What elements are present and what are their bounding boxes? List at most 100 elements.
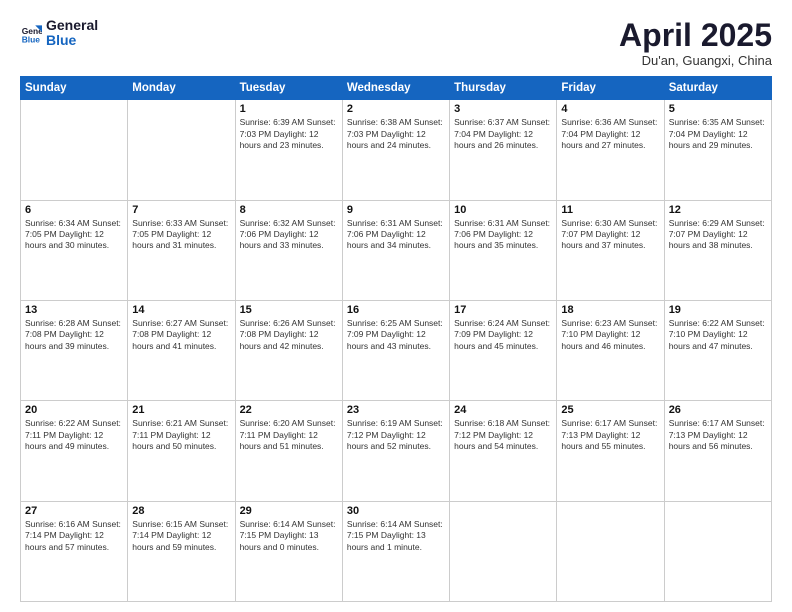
logo-general-text: General — [46, 18, 98, 33]
calendar-cell: 17 Sunrise: 6:24 AM Sunset: 7:09 PM Dayli… — [450, 300, 557, 400]
day-info: Sunrise: 6:14 AM Sunset: 7:15 PM Dayligh… — [347, 519, 445, 553]
day-number: 25 — [561, 404, 659, 416]
day-info: Sunrise: 6:24 AM Sunset: 7:09 PM Dayligh… — [454, 318, 552, 352]
day-number: 16 — [347, 304, 445, 316]
calendar-cell: 7Sunrise: 6:33 AM Sunset: 7:05 PM Daylig… — [128, 200, 235, 300]
calendar-cell: 6Sunrise: 6:34 AM Sunset: 7:05 PM Daylig… — [21, 200, 128, 300]
weekday-header-tuesday: Tuesday — [235, 77, 342, 100]
logo: General Blue General Blue — [20, 18, 98, 49]
calendar-cell — [664, 501, 771, 601]
day-number: 26 — [669, 404, 767, 416]
calendar-cell: 16 Sunrise: 6:25 AM Sunset: 7:09 PM Dayli… — [342, 300, 449, 400]
weekday-header-sunday: Sunday — [21, 77, 128, 100]
calendar-cell: 26 Sunrise: 6:17 AM Sunset: 7:13 PM Dayli… — [664, 401, 771, 501]
logo-blue-text: Blue — [46, 33, 98, 48]
day-info: Sunrise: 6:29 AM Sunset: 7:07 PM Dayligh… — [669, 218, 767, 252]
day-info: Sunrise: 6:31 AM Sunset: 7:06 PM Dayligh… — [454, 218, 552, 252]
weekday-header-saturday: Saturday — [664, 77, 771, 100]
day-number: 30 — [347, 505, 445, 517]
day-number: 15 — [240, 304, 338, 316]
day-info: Sunrise: 6:18 AM Sunset: 7:12 PM Dayligh… — [454, 418, 552, 452]
day-number: 9 — [347, 204, 445, 216]
calendar-cell: 5Sunrise: 6:35 AM Sunset: 7:04 PM Daylig… — [664, 100, 771, 200]
day-info: Sunrise: 6:31 AM Sunset: 7:06 PM Dayligh… — [347, 218, 445, 252]
day-number: 6 — [25, 204, 123, 216]
month-year: April 2025 — [619, 18, 772, 53]
day-info: Sunrise: 6:21 AM Sunset: 7:11 PM Dayligh… — [132, 418, 230, 452]
title-block: April 2025 Du'an, Guangxi, China — [619, 18, 772, 68]
day-number: 8 — [240, 204, 338, 216]
day-number: 7 — [132, 204, 230, 216]
day-info: Sunrise: 6:16 AM Sunset: 7:14 PM Dayligh… — [25, 519, 123, 553]
calendar-cell: 15 Sunrise: 6:26 AM Sunset: 7:08 PM Dayli… — [235, 300, 342, 400]
day-number: 12 — [669, 204, 767, 216]
day-number: 28 — [132, 505, 230, 517]
day-info: Sunrise: 6:15 AM Sunset: 7:14 PM Dayligh… — [132, 519, 230, 553]
day-number: 20 — [25, 404, 123, 416]
calendar-cell: 22Sunrise: 6:20 AM Sunset: 7:11 PM Dayli… — [235, 401, 342, 501]
day-info: Sunrise: 6:32 AM Sunset: 7:06 PM Dayligh… — [240, 218, 338, 252]
calendar-cell — [450, 501, 557, 601]
calendar-cell: 12 Sunrise: 6:29 AM Sunset: 7:07 PM Dayli… — [664, 200, 771, 300]
day-info: Sunrise: 6:22 AM Sunset: 7:10 PM Dayligh… — [669, 318, 767, 352]
calendar-cell: 28 Sunrise: 6:15 AM Sunset: 7:14 PM Dayli… — [128, 501, 235, 601]
calendar-cell: 29Sunrise: 6:14 AM Sunset: 7:15 PM Dayli… — [235, 501, 342, 601]
weekday-header-wednesday: Wednesday — [342, 77, 449, 100]
calendar-table: SundayMondayTuesdayWednesdayThursdayFrid… — [20, 76, 772, 602]
day-info: Sunrise: 6:17 AM Sunset: 7:13 PM Dayligh… — [561, 418, 659, 452]
calendar-cell: 21 Sunrise: 6:21 AM Sunset: 7:11 PM Dayli… — [128, 401, 235, 501]
calendar-cell: 8 Sunrise: 6:32 AM Sunset: 7:06 PM Daylig… — [235, 200, 342, 300]
weekday-header-friday: Friday — [557, 77, 664, 100]
day-number: 19 — [669, 304, 767, 316]
calendar-cell — [21, 100, 128, 200]
calendar-cell: 2 Sunrise: 6:38 AM Sunset: 7:03 PM Daylig… — [342, 100, 449, 200]
calendar-cell — [128, 100, 235, 200]
calendar-week-row: 27 Sunrise: 6:16 AM Sunset: 7:14 PM Dayli… — [21, 501, 772, 601]
calendar-week-row: 13Sunrise: 6:28 AM Sunset: 7:08 PM Dayli… — [21, 300, 772, 400]
page: General Blue General Blue April 2025 Du'… — [0, 0, 792, 612]
calendar-cell: 25 Sunrise: 6:17 AM Sunset: 7:13 PM Dayli… — [557, 401, 664, 501]
calendar-cell: 23Sunrise: 6:19 AM Sunset: 7:12 PM Dayli… — [342, 401, 449, 501]
calendar-cell: 11Sunrise: 6:30 AM Sunset: 7:07 PM Dayli… — [557, 200, 664, 300]
day-number: 24 — [454, 404, 552, 416]
day-number: 4 — [561, 103, 659, 115]
calendar-week-row: 1 Sunrise: 6:39 AM Sunset: 7:03 PM Daylig… — [21, 100, 772, 200]
calendar-cell: 27 Sunrise: 6:16 AM Sunset: 7:14 PM Dayli… — [21, 501, 128, 601]
day-number: 14 — [132, 304, 230, 316]
day-info: Sunrise: 6:17 AM Sunset: 7:13 PM Dayligh… — [669, 418, 767, 452]
svg-text:Blue: Blue — [22, 35, 41, 45]
calendar-week-row: 6Sunrise: 6:34 AM Sunset: 7:05 PM Daylig… — [21, 200, 772, 300]
calendar-cell: 3Sunrise: 6:37 AM Sunset: 7:04 PM Daylig… — [450, 100, 557, 200]
calendar-cell: 4 Sunrise: 6:36 AM Sunset: 7:04 PM Daylig… — [557, 100, 664, 200]
calendar-cell — [557, 501, 664, 601]
calendar-cell: 20 Sunrise: 6:22 AM Sunset: 7:11 PM Dayli… — [21, 401, 128, 501]
day-number: 1 — [240, 103, 338, 115]
logo-icon: General Blue — [20, 22, 42, 44]
day-info: Sunrise: 6:26 AM Sunset: 7:08 PM Dayligh… — [240, 318, 338, 352]
day-number: 2 — [347, 103, 445, 115]
calendar-cell: 14 Sunrise: 6:27 AM Sunset: 7:08 PM Dayli… — [128, 300, 235, 400]
day-number: 17 — [454, 304, 552, 316]
day-info: Sunrise: 6:25 AM Sunset: 7:09 PM Dayligh… — [347, 318, 445, 352]
day-info: Sunrise: 6:35 AM Sunset: 7:04 PM Dayligh… — [669, 117, 767, 151]
day-info: Sunrise: 6:27 AM Sunset: 7:08 PM Dayligh… — [132, 318, 230, 352]
day-info: Sunrise: 6:23 AM Sunset: 7:10 PM Dayligh… — [561, 318, 659, 352]
weekday-header-row: SundayMondayTuesdayWednesdayThursdayFrid… — [21, 77, 772, 100]
day-info: Sunrise: 6:19 AM Sunset: 7:12 PM Dayligh… — [347, 418, 445, 452]
calendar-cell: 13Sunrise: 6:28 AM Sunset: 7:08 PM Dayli… — [21, 300, 128, 400]
day-info: Sunrise: 6:22 AM Sunset: 7:11 PM Dayligh… — [25, 418, 123, 452]
day-number: 10 — [454, 204, 552, 216]
day-number: 3 — [454, 103, 552, 115]
calendar-cell: 10 Sunrise: 6:31 AM Sunset: 7:06 PM Dayli… — [450, 200, 557, 300]
day-info: Sunrise: 6:30 AM Sunset: 7:07 PM Dayligh… — [561, 218, 659, 252]
location: Du'an, Guangxi, China — [619, 53, 772, 68]
day-number: 21 — [132, 404, 230, 416]
day-info: Sunrise: 6:39 AM Sunset: 7:03 PM Dayligh… — [240, 117, 338, 151]
weekday-header-monday: Monday — [128, 77, 235, 100]
day-number: 27 — [25, 505, 123, 517]
day-info: Sunrise: 6:28 AM Sunset: 7:08 PM Dayligh… — [25, 318, 123, 352]
calendar-cell: 9 Sunrise: 6:31 AM Sunset: 7:06 PM Daylig… — [342, 200, 449, 300]
day-info: Sunrise: 6:36 AM Sunset: 7:04 PM Dayligh… — [561, 117, 659, 151]
day-info: Sunrise: 6:38 AM Sunset: 7:03 PM Dayligh… — [347, 117, 445, 151]
day-info: Sunrise: 6:14 AM Sunset: 7:15 PM Dayligh… — [240, 519, 338, 553]
